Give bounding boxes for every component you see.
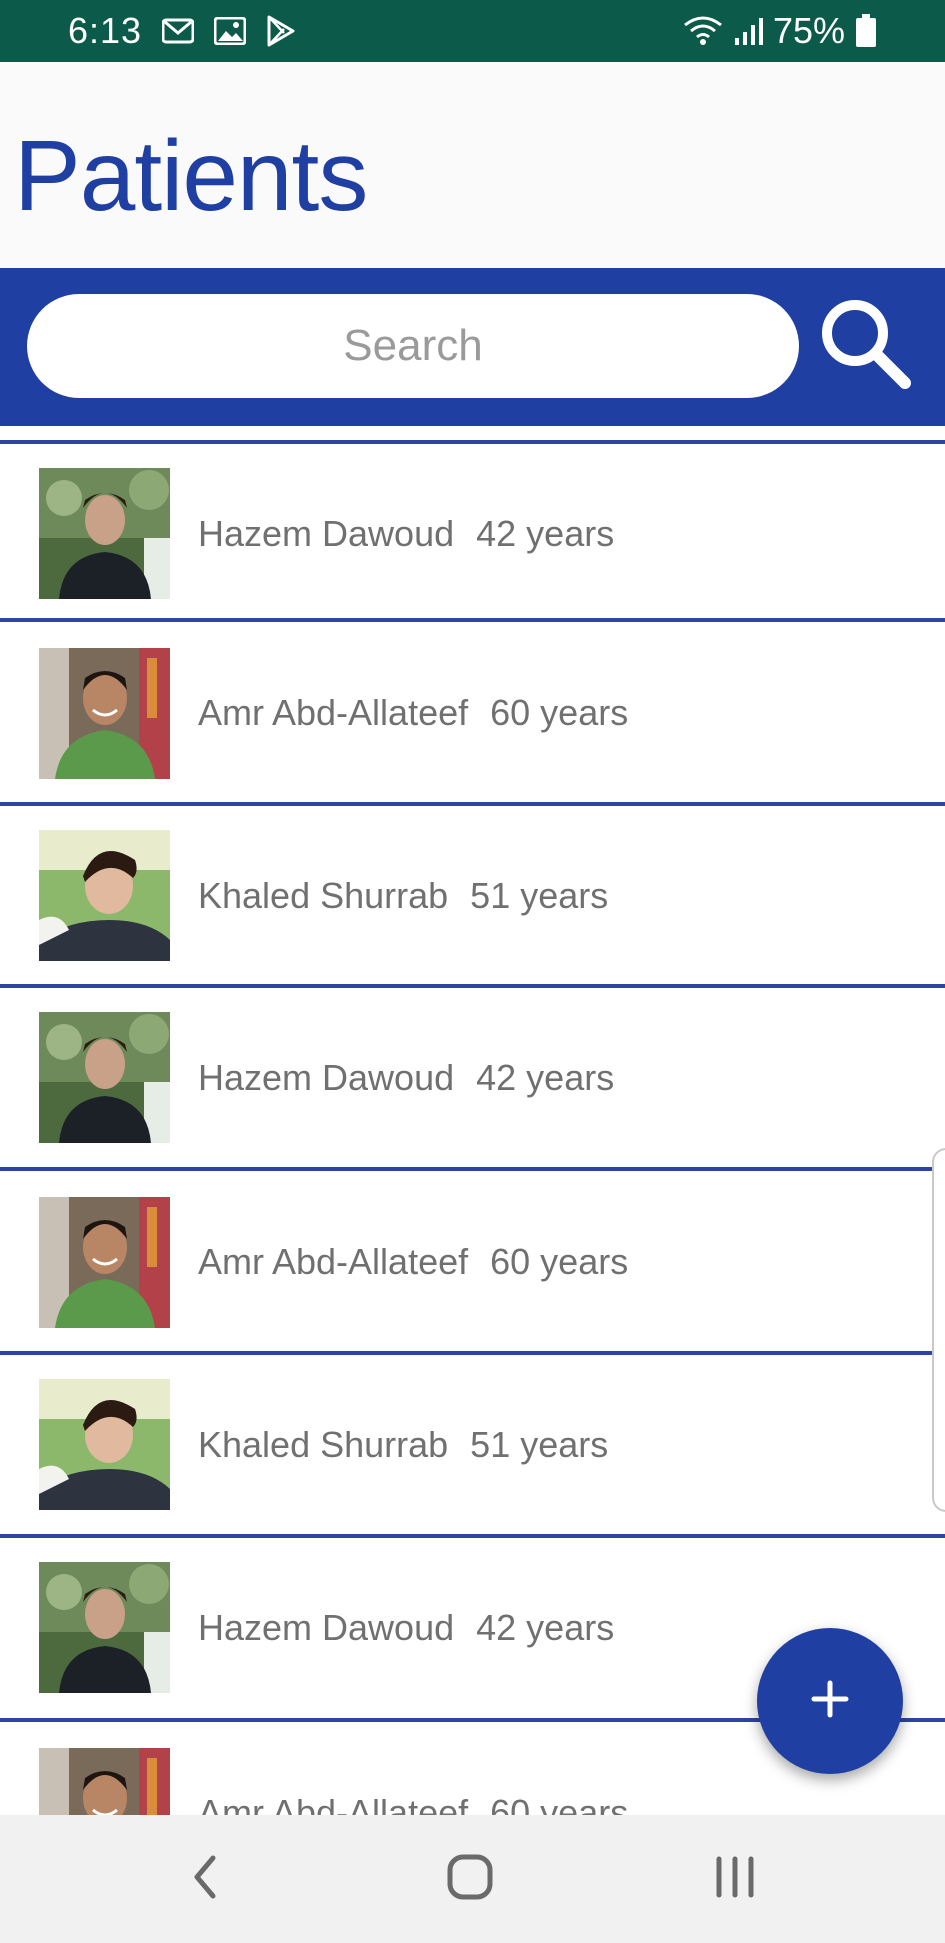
avatar [39, 1012, 170, 1143]
avatar [39, 1379, 170, 1510]
patient-name: Amr Abd-Allateef [198, 692, 469, 733]
list-item[interactable]: Amr Abd-Allateef 60 years [0, 1167, 945, 1347]
patient-info: Hazem Dawoud 42 years [198, 513, 614, 555]
status-left: 6:13 [68, 10, 296, 52]
avatar [39, 1562, 170, 1693]
avatar [39, 1748, 170, 1815]
list-item[interactable]: Hazem Dawoud 42 years [0, 440, 945, 620]
play-store-icon [266, 15, 296, 47]
list-item[interactable]: Khaled Shurrab 51 years [0, 802, 945, 982]
patient-info: Amr Abd-Allateef 60 years [198, 1792, 628, 1815]
recents-icon [713, 1855, 757, 1904]
patient-info: Khaled Shurrab 51 years [198, 1424, 608, 1466]
search-icon [817, 295, 913, 396]
patient-age: 51 years [470, 875, 609, 916]
patient-name: Khaled Shurrab [198, 875, 449, 916]
header: Patients [0, 62, 945, 268]
search-button[interactable] [810, 290, 920, 400]
home-icon [446, 1853, 494, 1906]
patient-name: Khaled Shurrab [198, 1424, 449, 1465]
list-item[interactable]: Amr Abd-Allateef 60 years [0, 618, 945, 798]
battery-percent: 75% [772, 10, 845, 51]
patient-age: 42 years [476, 513, 615, 554]
patient-info: Khaled Shurrab 51 years [198, 875, 608, 917]
avatar [39, 830, 170, 961]
plus-icon [810, 1679, 850, 1724]
list-item[interactable]: Khaled Shurrab 51 years [0, 1351, 945, 1531]
signal-icon [733, 16, 763, 46]
search-bar [0, 268, 945, 426]
search-input[interactable] [27, 294, 799, 398]
patient-info: Amr Abd-Allateef 60 years [198, 1241, 628, 1283]
patient-info: Hazem Dawoud 42 years [198, 1057, 614, 1099]
add-patient-button[interactable] [757, 1628, 903, 1774]
patient-name: Amr Abd-Allateef [198, 1792, 469, 1815]
patient-info: Amr Abd-Allateef 60 years [198, 692, 628, 734]
patient-age: 60 years [490, 692, 629, 733]
home-button[interactable] [425, 1839, 515, 1919]
patient-list[interactable]: Hazem Dawoud 42 years Amr Abd-Allateef 60 … [0, 440, 945, 1815]
avatar [39, 1197, 170, 1328]
patient-age: 42 years [476, 1607, 615, 1648]
list-item[interactable]: Hazem Dawoud 42 years [0, 984, 945, 1164]
avatar [39, 648, 170, 779]
back-icon [185, 1852, 225, 1907]
patient-age: 51 years [470, 1424, 609, 1465]
nav-bar [0, 1815, 945, 1943]
patient-age: 60 years [490, 1241, 629, 1282]
patient-age: 42 years [476, 1057, 615, 1098]
avatar [39, 468, 170, 599]
status-bar: 6:13 75% [0, 0, 945, 62]
battery-icon [855, 14, 877, 48]
status-time: 6:13 [68, 10, 143, 51]
gallery-icon [214, 17, 247, 45]
page-title: Patients [14, 120, 368, 232]
patient-name: Hazem Dawoud [198, 513, 455, 554]
patient-age: 60 years [490, 1792, 629, 1815]
status-right: 75% [683, 10, 877, 52]
recents-button[interactable] [690, 1839, 780, 1919]
patient-name: Hazem Dawoud [198, 1057, 455, 1098]
edge-panel-handle[interactable] [932, 1148, 945, 1512]
wifi-icon [683, 15, 723, 47]
gmail-icon [162, 18, 195, 44]
patient-name: Amr Abd-Allateef [198, 1241, 469, 1282]
patient-info: Hazem Dawoud 42 years [198, 1607, 614, 1649]
patient-name: Hazem Dawoud [198, 1607, 455, 1648]
back-button[interactable] [160, 1839, 250, 1919]
